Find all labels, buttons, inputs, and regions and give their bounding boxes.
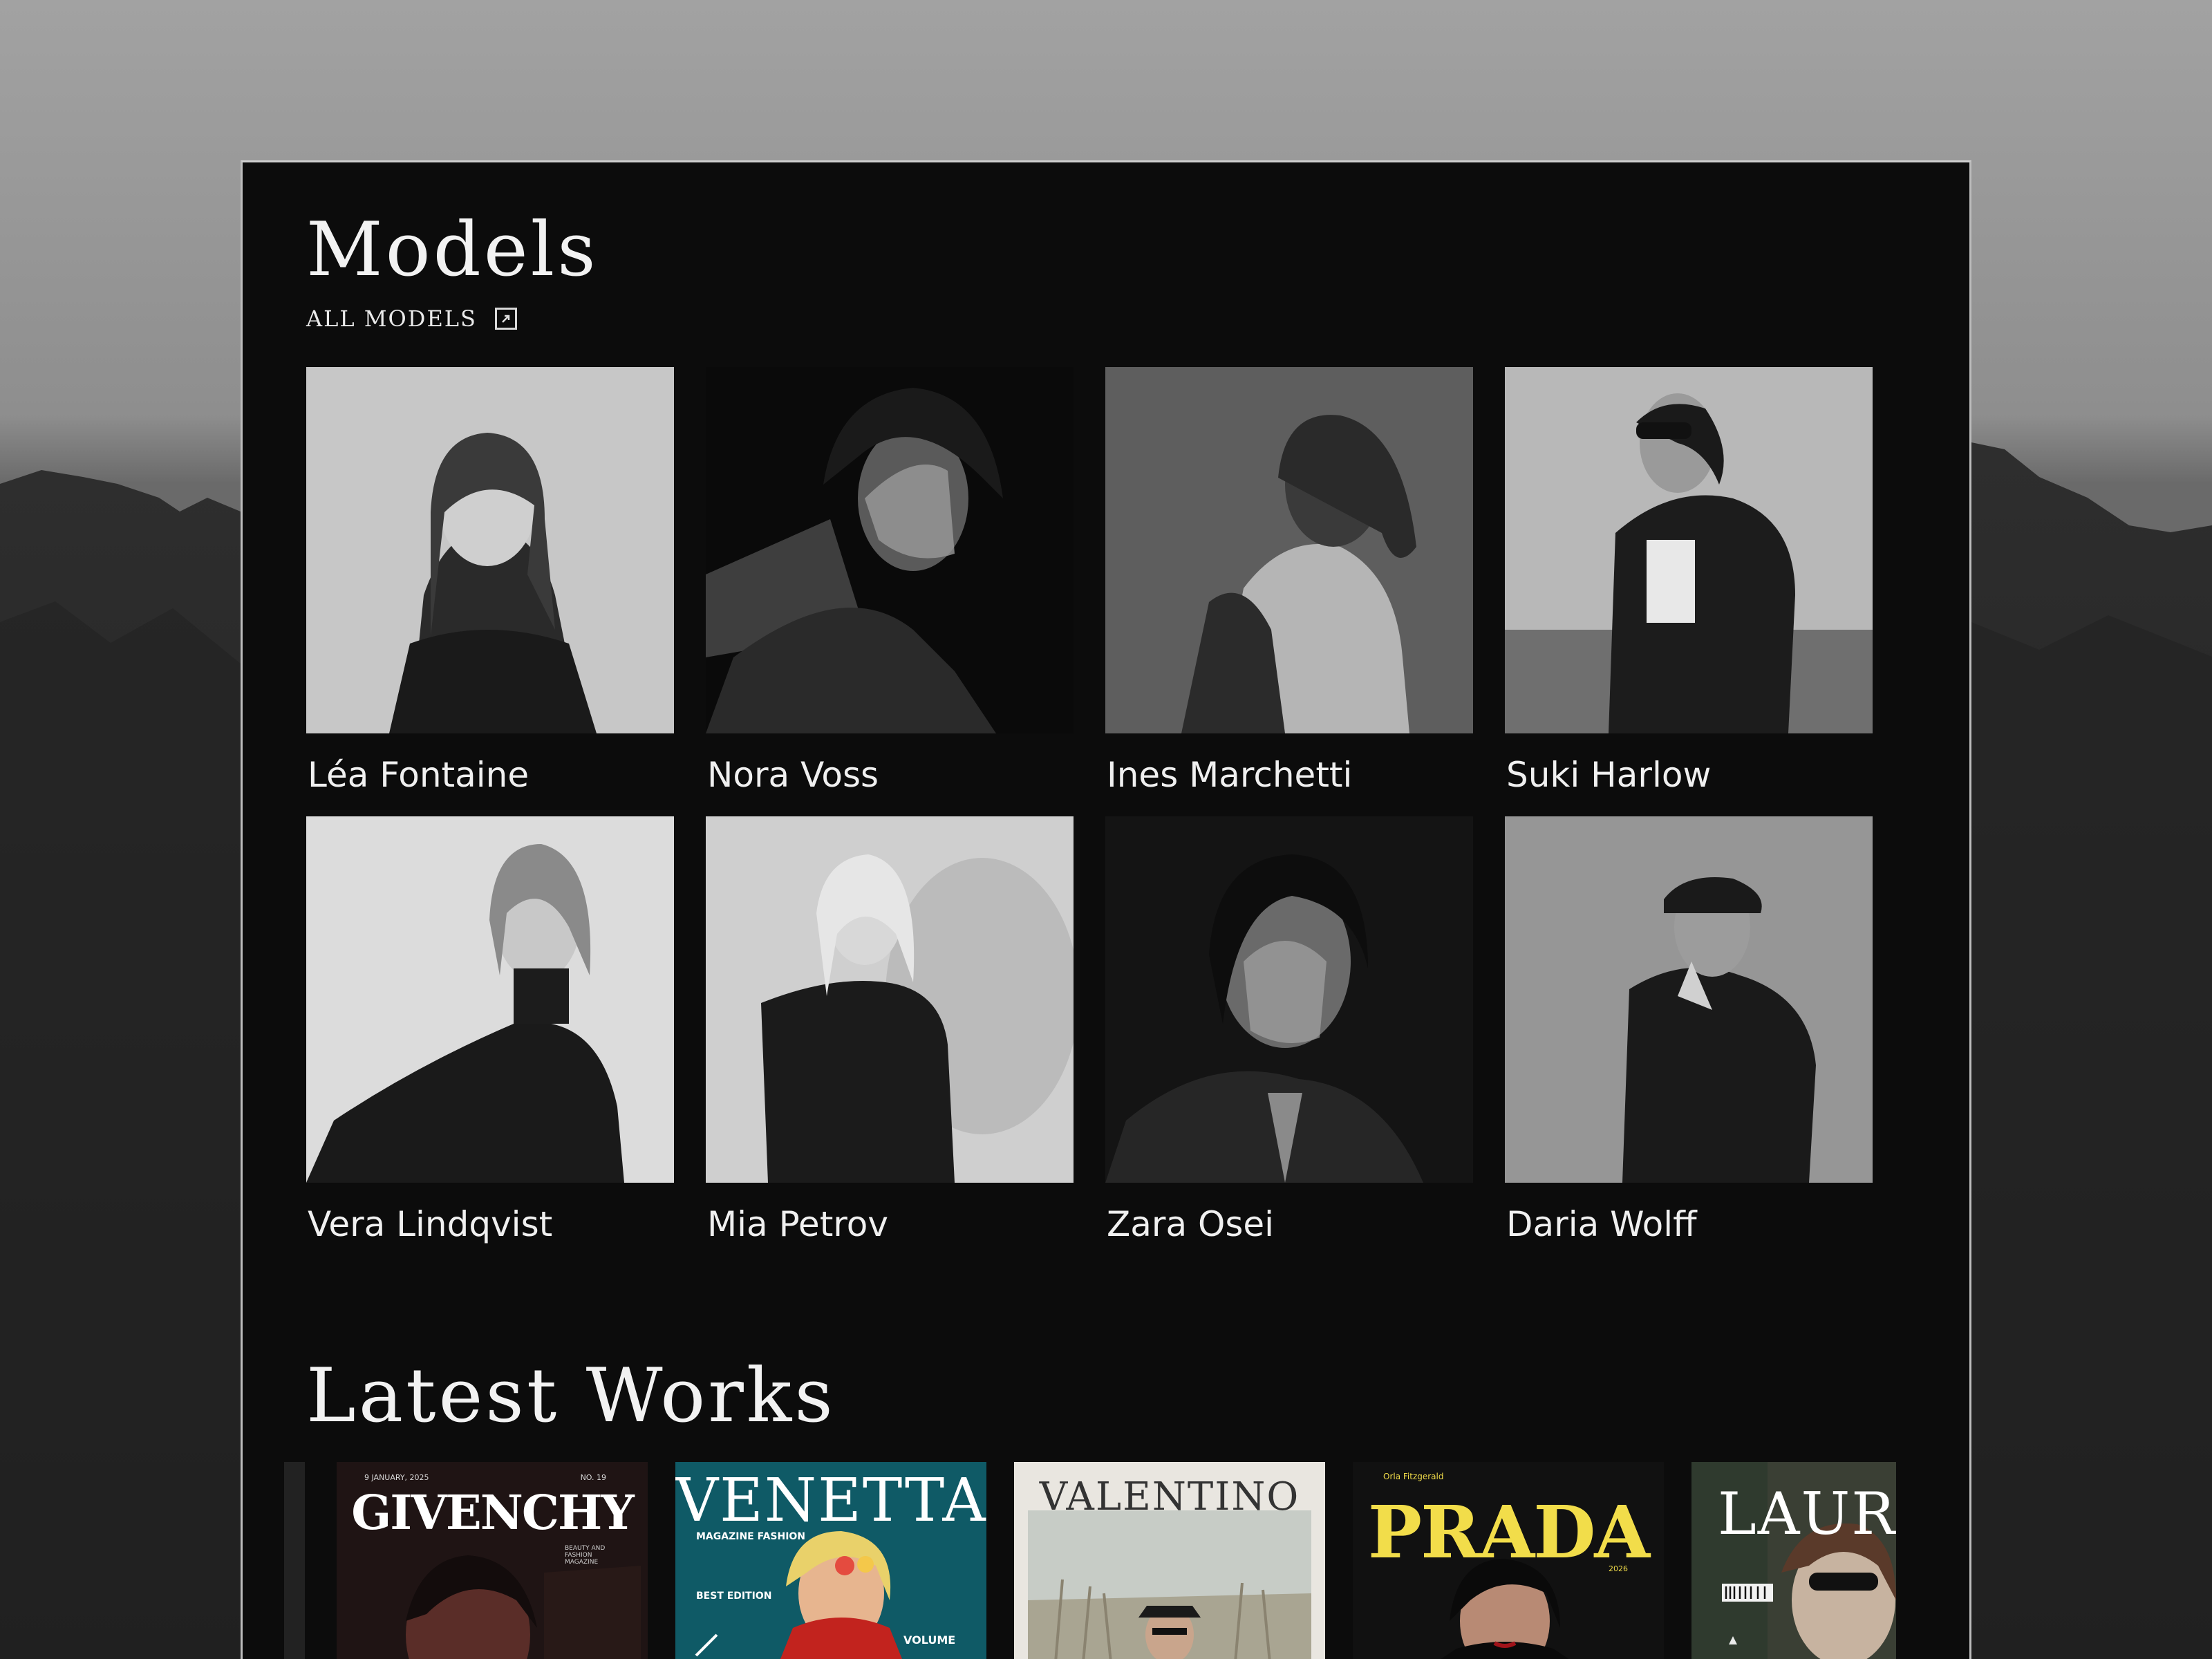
model-photo (706, 367, 1074, 733)
magazine-cover[interactable]: VENETTA MAGAZINE FASHION BEST EDITION VO… (675, 1462, 986, 1659)
model-card[interactable]: Nora Voss (706, 367, 1074, 795)
latest-works-heading: Latest Works (306, 1353, 836, 1439)
model-name: Léa Fontaine (308, 755, 529, 795)
model-photo (1505, 367, 1873, 733)
magazine-cover[interactable]: VALENTINO (1014, 1462, 1325, 1659)
cover-brand: GIVENCHY (351, 1485, 635, 1541)
cover-brand: VALENTINO (1039, 1474, 1300, 1519)
magazine-cover[interactable]: 9 JANUARY, 2025 NO. 19 GIVENCHY BEAUTY A… (337, 1462, 648, 1659)
model-card[interactable]: Daria Wolff (1505, 816, 1873, 1244)
all-models-label: ALL MODELS (306, 306, 477, 332)
model-card[interactable]: Vera Lindqvist (306, 816, 674, 1244)
carousel-edge (284, 1462, 305, 1659)
model-photo (706, 816, 1074, 1183)
magazine-cover[interactable]: Orla Fitzgerald PRADA 2026 (1353, 1462, 1664, 1659)
cover-edition: BEST EDITION (696, 1591, 772, 1602)
model-photo (1505, 816, 1873, 1183)
cover-brand: LAURE (1718, 1480, 1896, 1548)
latest-works-carousel[interactable]: 9 JANUARY, 2025 NO. 19 GIVENCHY BEAUTY A… (243, 1462, 1969, 1659)
cover-blurb: BEAUTY AND FASHION MAGAZINE (565, 1545, 606, 1566)
cover-year: 2026 (1609, 1564, 1628, 1573)
model-name: Mia Petrov (707, 1204, 888, 1244)
cover-subtitle: MAGAZINE FASHION (696, 1531, 806, 1542)
content-panel: Models ALL MODELS Léa Fontaine Nora Voss… (241, 160, 1971, 1659)
model-name: Ines Marchetti (1107, 755, 1353, 795)
cover-brand: PRADA (1367, 1490, 1650, 1575)
model-name: Zara Osei (1107, 1204, 1275, 1244)
model-name: Daria Wolff (1506, 1204, 1697, 1244)
models-heading: Models (306, 207, 599, 293)
model-photo (306, 367, 674, 733)
model-name: Nora Voss (707, 755, 879, 795)
model-card[interactable]: Léa Fontaine (306, 367, 674, 795)
cover-kicker: Orla Fitzgerald (1383, 1472, 1444, 1481)
model-photo (1105, 816, 1473, 1183)
external-link-icon (494, 308, 517, 330)
model-card[interactable]: Ines Marchetti (1105, 367, 1473, 795)
magazine-cover[interactable]: LAURE (1691, 1462, 1896, 1659)
cover-issue: NO. 19 (580, 1473, 606, 1482)
model-name: Suki Harlow (1506, 755, 1712, 795)
model-name: Vera Lindqvist (308, 1204, 553, 1244)
model-photo (306, 816, 674, 1183)
cover-date: 9 JANUARY, 2025 (364, 1473, 429, 1482)
model-photo (1105, 367, 1473, 733)
all-models-link[interactable]: ALL MODELS (306, 298, 517, 339)
cover-volume: VOLUME (903, 1633, 956, 1647)
cover-brand: VENETTA (675, 1466, 986, 1535)
model-card[interactable]: Zara Osei (1105, 816, 1473, 1244)
model-card[interactable]: Mia Petrov (706, 816, 1074, 1244)
model-card[interactable]: Suki Harlow (1505, 367, 1873, 795)
